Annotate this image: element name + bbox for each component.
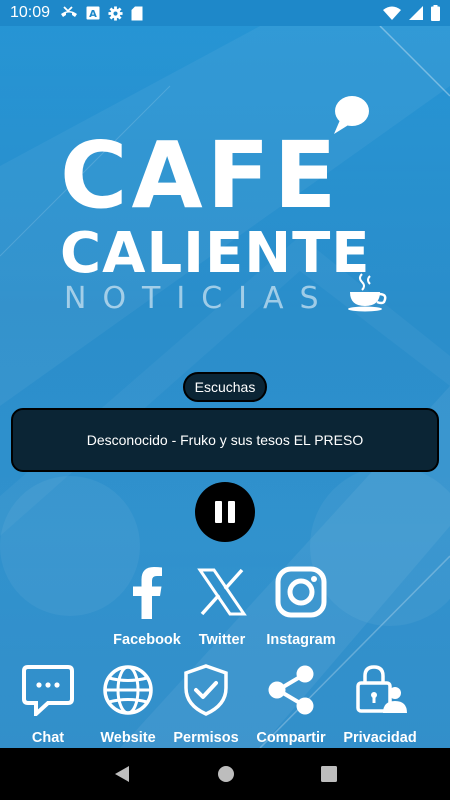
- instagram-icon: [275, 566, 327, 618]
- sd-card-icon: [131, 6, 143, 20]
- missed-call-icon: [61, 6, 78, 17]
- facebook-icon: [133, 567, 162, 619]
- now-playing-panel: Desconocido - Fruko y sus tesos EL PRESO: [11, 408, 439, 472]
- logo-line-noticias: NOTICIAS: [64, 281, 335, 316]
- main-screen: CAFE CALIENTE NOTICIAS Escuchas Desconoc…: [0, 26, 450, 748]
- signal-icon: [409, 6, 423, 20]
- chat-icon: [22, 665, 74, 716]
- status-time: 10:09: [10, 4, 51, 21]
- logo-line-cafe: CAFE: [60, 122, 341, 229]
- pause-icon-bar-left: [215, 501, 222, 523]
- website-label: Website: [100, 730, 156, 746]
- x-icon: [197, 568, 247, 616]
- twitter-link[interactable]: Twitter: [177, 562, 267, 652]
- coffee-cup-icon: [348, 273, 387, 312]
- pause-icon-bar-right: [228, 501, 235, 523]
- listen-label-badge: Escuchas: [183, 372, 267, 402]
- instagram-link[interactable]: Instagram: [256, 562, 346, 652]
- status-bar: 10:09 A: [0, 0, 450, 26]
- wifi-icon: [383, 6, 401, 20]
- permissions-button[interactable]: Permisos: [161, 662, 251, 746]
- a-icon: A: [86, 6, 100, 20]
- privacy-label: Privacidad: [343, 730, 417, 746]
- instagram-label: Instagram: [266, 632, 336, 648]
- listen-label: Escuchas: [194, 379, 256, 395]
- shield-check-icon: [184, 664, 228, 716]
- app-logo: CAFE CALIENTE NOTICIAS: [0, 26, 450, 346]
- system-nav-bar: [0, 748, 450, 800]
- home-icon[interactable]: [217, 765, 235, 783]
- privacy-button[interactable]: Privacidad: [335, 662, 425, 746]
- website-button[interactable]: Website: [83, 662, 173, 746]
- share-label: Compartir: [256, 730, 326, 746]
- chat-button[interactable]: Chat: [3, 662, 93, 746]
- battery-icon: [431, 5, 440, 21]
- svg-text:A: A: [89, 9, 97, 20]
- settings-icon: [108, 5, 123, 21]
- chat-label: Chat: [31, 730, 65, 746]
- back-icon[interactable]: [113, 764, 131, 784]
- share-button[interactable]: Compartir: [246, 662, 336, 746]
- now-playing-title: Desconocido - Fruko y sus tesos EL PRESO: [86, 432, 364, 448]
- twitter-label: Twitter: [198, 632, 246, 648]
- permissions-label: Permisos: [173, 730, 239, 746]
- logo-line-caliente: CALIENTE: [60, 221, 371, 286]
- share-icon: [268, 665, 314, 715]
- privacy-lock-icon: [356, 665, 407, 713]
- pause-button[interactable]: [195, 482, 255, 542]
- globe-icon: [103, 665, 153, 715]
- facebook-label: Facebook: [113, 632, 181, 648]
- recents-icon[interactable]: [321, 766, 337, 782]
